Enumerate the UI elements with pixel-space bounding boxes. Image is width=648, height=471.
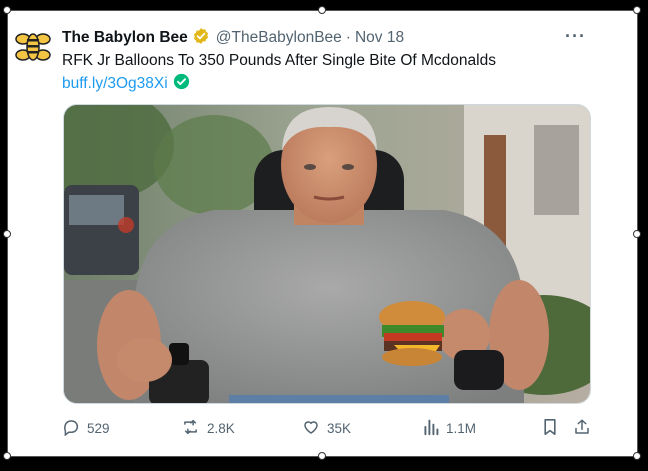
tweet-link-row: buff.ly/3Og38Xi — [62, 73, 190, 95]
repost-button[interactable]: 2.8K — [181, 418, 235, 439]
author-handle[interactable]: @TheBabylonBee — [216, 29, 342, 47]
resize-handle-bottom-center[interactable] — [318, 452, 326, 460]
views-chart-icon — [423, 418, 446, 439]
heart-icon — [302, 418, 327, 439]
tweet-header: The Babylon Bee @TheBabylonBee · Nov 18 — [62, 27, 404, 50]
tweet-link[interactable]: buff.ly/3Og38Xi — [62, 75, 168, 93]
author-name[interactable]: The Babylon Bee — [62, 29, 188, 47]
repost-count: 2.8K — [207, 421, 235, 436]
resize-handle-top-left[interactable] — [3, 6, 11, 14]
reply-icon — [62, 418, 87, 439]
resize-handle-bottom-left[interactable] — [3, 452, 11, 460]
views-count: 1.1M — [446, 421, 477, 436]
resize-handle-top-center[interactable] — [318, 6, 326, 14]
bee-logo-icon[interactable] — [14, 28, 52, 66]
resize-handle-bottom-right[interactable] — [633, 452, 641, 460]
gold-verified-badge-icon[interactable] — [192, 27, 210, 50]
views-button[interactable]: 1.1M — [423, 418, 476, 439]
bookmark-button[interactable] — [542, 418, 565, 439]
like-count: 35K — [327, 421, 352, 436]
resize-handle-middle-left[interactable] — [3, 230, 11, 238]
bookmark-icon — [542, 418, 565, 439]
repost-icon — [181, 418, 207, 439]
separator-dot: · — [345, 29, 351, 46]
reply-button[interactable]: 529 — [62, 418, 110, 439]
resize-handle-top-right[interactable] — [633, 6, 641, 14]
share-icon — [573, 418, 598, 439]
tweet-date[interactable]: Nov 18 — [355, 29, 404, 47]
tweet-action-bar: 529 2.8K 35K 1.1M — [62, 418, 594, 440]
more-options-button[interactable]: ··· — [565, 26, 586, 47]
green-check-icon — [173, 73, 190, 95]
tweet-text: RFK Jr Balloons To 350 Pounds After Sing… — [62, 52, 496, 69]
tweet-media-image[interactable] — [63, 104, 591, 404]
reply-count: 529 — [87, 421, 110, 436]
resize-handle-middle-right[interactable] — [633, 230, 641, 238]
like-button[interactable]: 35K — [302, 418, 351, 439]
share-button[interactable] — [573, 418, 598, 439]
